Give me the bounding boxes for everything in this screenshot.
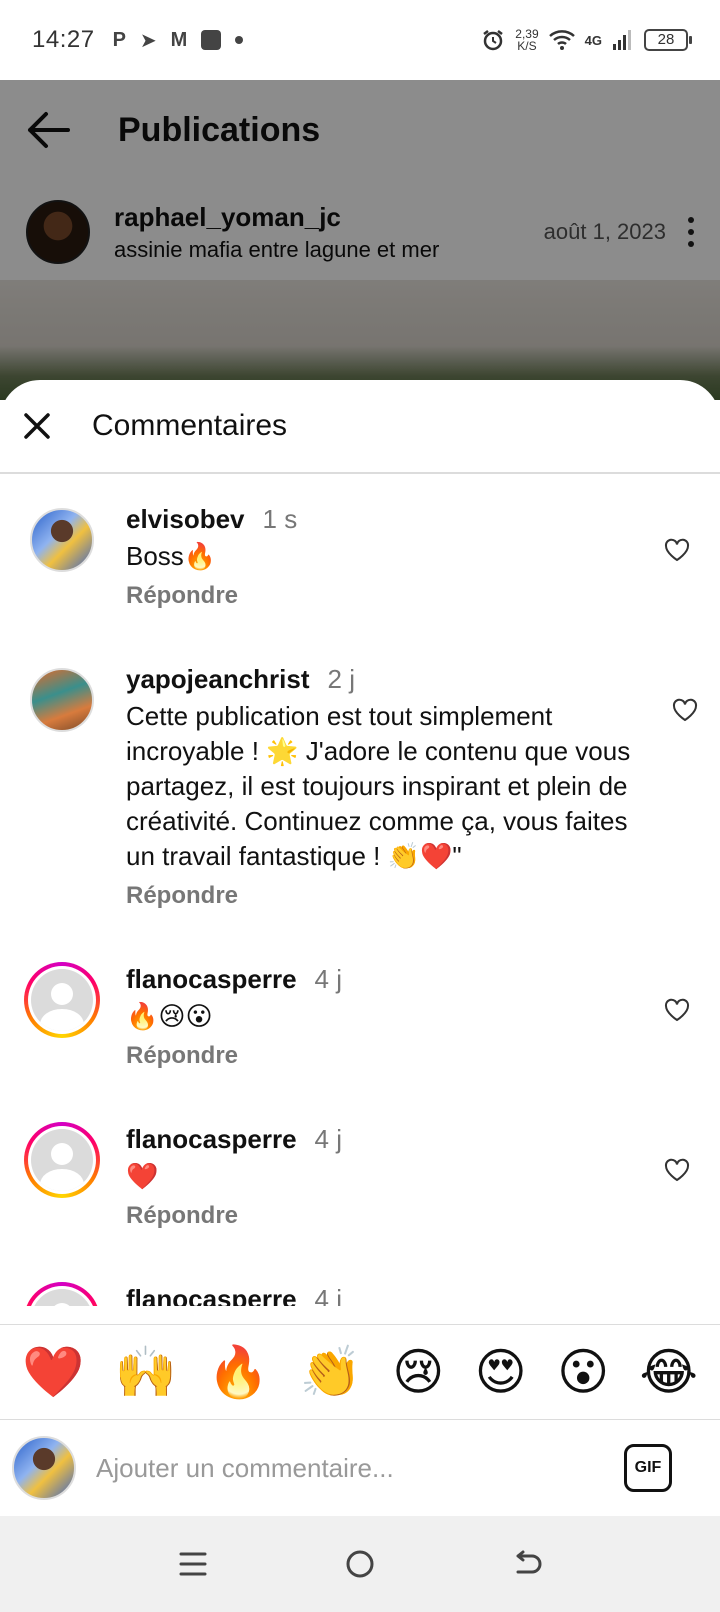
reply-button[interactable]: Répondre bbox=[126, 882, 640, 910]
sheet-header: Commentaires bbox=[0, 380, 720, 474]
gif-button[interactable]: GIF bbox=[624, 1444, 672, 1492]
close-icon[interactable] bbox=[22, 411, 52, 441]
comment-text: Boss🔥 bbox=[126, 541, 217, 571]
app-notification-icon bbox=[201, 30, 222, 50]
avatar[interactable] bbox=[30, 668, 94, 732]
emoji-clap-button[interactable]: 👏 bbox=[300, 1342, 362, 1402]
emoji-heart-eyes-button[interactable]: 😍 bbox=[475, 1342, 527, 1402]
emoji-crying-button[interactable]: 😢 bbox=[392, 1342, 444, 1402]
comment-username[interactable]: flanocasperre bbox=[126, 1284, 297, 1306]
comment-item: flanocasperre 4 j ❤️ Répondre bbox=[0, 1122, 720, 1264]
battery-icon: 28 bbox=[644, 29, 692, 51]
network-type: 4G bbox=[584, 32, 602, 48]
emoji-laughing-button[interactable]: 😂 bbox=[640, 1342, 698, 1402]
like-heart-icon[interactable] bbox=[672, 698, 698, 722]
system-navigation-bar bbox=[0, 1516, 720, 1612]
comment-time: 4 j bbox=[314, 964, 342, 994]
reply-button[interactable]: Répondre bbox=[126, 582, 640, 610]
telegram-icon: ➤ bbox=[139, 29, 157, 52]
alarm-icon bbox=[483, 30, 504, 51]
sheet-title: Commentaires bbox=[92, 409, 288, 442]
comment-time: 4 j bbox=[314, 1284, 342, 1306]
comment-input-bar: GIF bbox=[0, 1420, 720, 1516]
scrim-overlay[interactable] bbox=[0, 80, 720, 400]
emoji-raising-hands-button[interactable]: 🙌 bbox=[115, 1342, 177, 1402]
comment-text: Cette publication est tout simplement in… bbox=[126, 701, 631, 871]
avatar[interactable] bbox=[30, 508, 94, 572]
emoji-surprised-button[interactable]: 😮 bbox=[557, 1342, 609, 1402]
comment-input[interactable] bbox=[96, 1443, 624, 1493]
comment-item: yapojeanchrist 2 j Cette publication est … bbox=[0, 664, 720, 934]
recent-apps-icon[interactable] bbox=[173, 1544, 213, 1584]
back-icon[interactable] bbox=[507, 1544, 547, 1584]
comment-username[interactable]: yapojeanchrist bbox=[126, 664, 310, 694]
quick-reaction-bar: ❤️ 🙌 🔥 👏 😢 😍 😮 😂 bbox=[0, 1324, 720, 1420]
avatar[interactable] bbox=[24, 962, 100, 1038]
comment-text: ❤️ bbox=[126, 1161, 159, 1191]
current-user-avatar bbox=[12, 1436, 76, 1500]
signal-icon bbox=[613, 30, 631, 50]
emoji-heart-button[interactable]: ❤️ bbox=[22, 1342, 84, 1402]
comment-item: flanocasperre 4 j 🔥😢😮 Répondre bbox=[0, 962, 720, 1104]
emoji-fire-button[interactable]: 🔥 bbox=[207, 1342, 269, 1402]
avatar[interactable] bbox=[24, 1122, 100, 1198]
comment-username[interactable]: elvisobev bbox=[126, 504, 245, 534]
like-heart-icon[interactable] bbox=[664, 1158, 690, 1182]
like-heart-icon[interactable] bbox=[664, 538, 690, 562]
status-time: 14:27 bbox=[32, 26, 95, 53]
comment-username[interactable]: flanocasperre bbox=[126, 1124, 297, 1154]
reply-button[interactable]: Répondre bbox=[126, 1042, 640, 1070]
comment-item: flanocasperre 4 j bbox=[0, 1282, 720, 1306]
home-icon[interactable] bbox=[340, 1544, 380, 1584]
network-speed: 2,39 K/S bbox=[515, 27, 539, 53]
comment-time: 2 j bbox=[327, 664, 355, 694]
comment-list[interactable]: elvisobev 1 s Boss🔥 Répondre yapojeanchri… bbox=[0, 476, 720, 1306]
avatar[interactable] bbox=[24, 1282, 100, 1306]
comment-time: 4 j bbox=[314, 1124, 342, 1154]
notification-icons: P ➤ M bbox=[113, 28, 244, 53]
status-bar: 14:27 P ➤ M 2,39 K/S 4G 28 bbox=[0, 0, 720, 80]
more-notifications-icon bbox=[235, 36, 244, 44]
comment-text: 🔥😢😮 bbox=[126, 1001, 213, 1031]
reply-button[interactable]: Répondre bbox=[126, 1202, 640, 1230]
parking-app-icon: P bbox=[112, 28, 126, 51]
like-heart-icon[interactable] bbox=[664, 998, 690, 1022]
comment-time: 1 s bbox=[262, 504, 298, 534]
comment-item: elvisobev 1 s Boss🔥 Répondre bbox=[0, 504, 720, 644]
gmail-icon: M bbox=[170, 28, 188, 51]
comment-username[interactable]: flanocasperre bbox=[126, 964, 297, 994]
wifi-icon bbox=[548, 30, 575, 50]
